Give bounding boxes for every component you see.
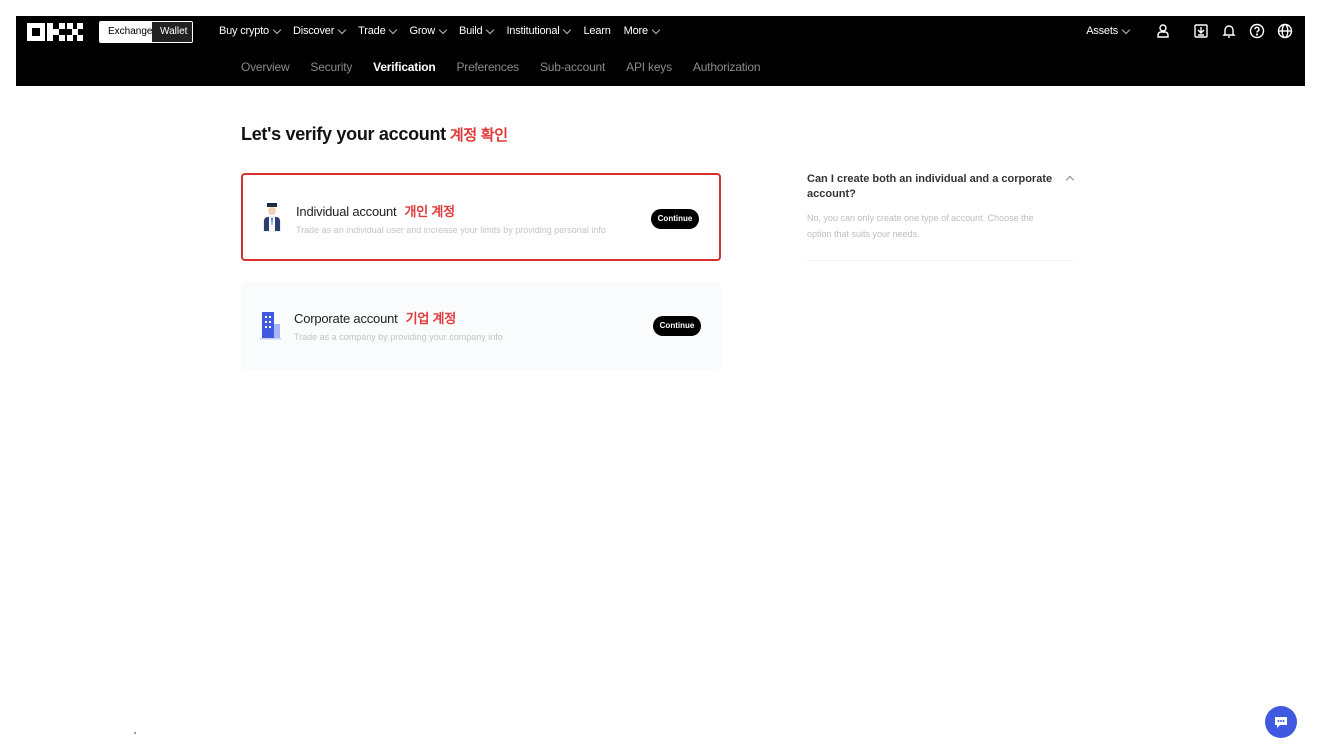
user-icon[interactable] [1155,23,1171,39]
subnav-authorization[interactable]: Authorization [693,60,761,74]
subnav-sub-account[interactable]: Sub-account [540,60,605,74]
individual-account-card[interactable]: Individual account 개인 계정 Trade as an indi… [241,173,721,261]
top-header: Exchange Wallet Buy crypto Discover Trad… [16,16,1305,86]
nav-assets[interactable]: Assets [1086,25,1131,37]
page-title: Let's verify your account 계정 확인 [241,124,508,144]
chat-support-button[interactable] [1265,706,1297,738]
corporate-continue-button[interactable]: Continue [653,316,701,336]
chevron-down-icon [486,25,495,34]
page-frame: Exchange Wallet Buy crypto Discover Trad… [16,16,1305,755]
card-annotation: 기업 계정 [405,311,457,326]
nav-discover[interactable]: Discover [293,25,347,37]
chevron-down-icon [1121,25,1131,34]
chevron-down-icon [337,25,347,34]
help-icon[interactable] [1249,23,1265,39]
account-subnav: Overview Security Verification Preferenc… [241,60,781,74]
chat-icon [1275,717,1287,728]
subnav-verification[interactable]: Verification [373,60,435,74]
globe-icon[interactable] [1277,23,1293,39]
nav-more[interactable]: More [624,25,661,37]
person-icon [263,203,281,232]
card-annotation: 개인 계정 [404,204,455,219]
faq-answer: No, you can only create one type of acco… [807,213,1034,239]
card-description: Trade as a company by providing your com… [294,332,503,342]
card-description: Trade as an individual user and increase… [296,225,606,235]
nav-build[interactable]: Build [459,25,495,37]
stray-dot [134,732,136,734]
bell-icon[interactable] [1221,23,1237,39]
subnav-preferences[interactable]: Preferences [456,60,519,74]
title-annotation: 계정 확인 [449,127,508,144]
card-title: Individual account 개인 계정 [296,204,455,219]
chevron-down-icon [651,25,661,34]
okx-logo[interactable] [27,23,83,41]
chevron-down-icon [389,25,398,34]
card-title: Corporate account 기업 계정 [294,311,457,326]
subnav-security[interactable]: Security [310,60,352,74]
faq-question[interactable]: Can I create both an individual and a co… [807,172,1057,202]
chevron-down-icon [438,25,448,34]
nav-buy-crypto[interactable]: Buy crypto [219,25,282,37]
chevron-up-icon[interactable] [1065,175,1075,185]
wallet-tab[interactable]: Wallet [152,22,192,42]
exchange-wallet-toggle: Exchange Wallet [99,21,193,43]
individual-continue-button[interactable]: Continue [651,209,699,229]
divider [807,260,1073,261]
nav-grow[interactable]: Grow [409,25,448,37]
subnav-overview[interactable]: Overview [241,60,290,74]
faq-item: Can I create both an individual and a co… [807,172,1075,261]
chevron-down-icon [563,25,572,34]
download-icon[interactable] [1193,23,1209,39]
chevron-down-icon [272,25,282,34]
nav-institutional[interactable]: Institutional [506,25,572,37]
subnav-api-keys[interactable]: API keys [626,60,672,74]
exchange-tab[interactable]: Exchange [100,22,152,42]
nav-trade[interactable]: Trade [358,25,398,37]
corporate-account-card[interactable]: Corporate account 기업 계정 Trade as a compan… [241,282,721,370]
header-actions: Assets [1086,16,1293,46]
nav-learn[interactable]: Learn [583,25,610,37]
building-icon [260,312,281,340]
main-nav: Buy crypto Discover Trade Grow Build Ins… [219,16,672,46]
